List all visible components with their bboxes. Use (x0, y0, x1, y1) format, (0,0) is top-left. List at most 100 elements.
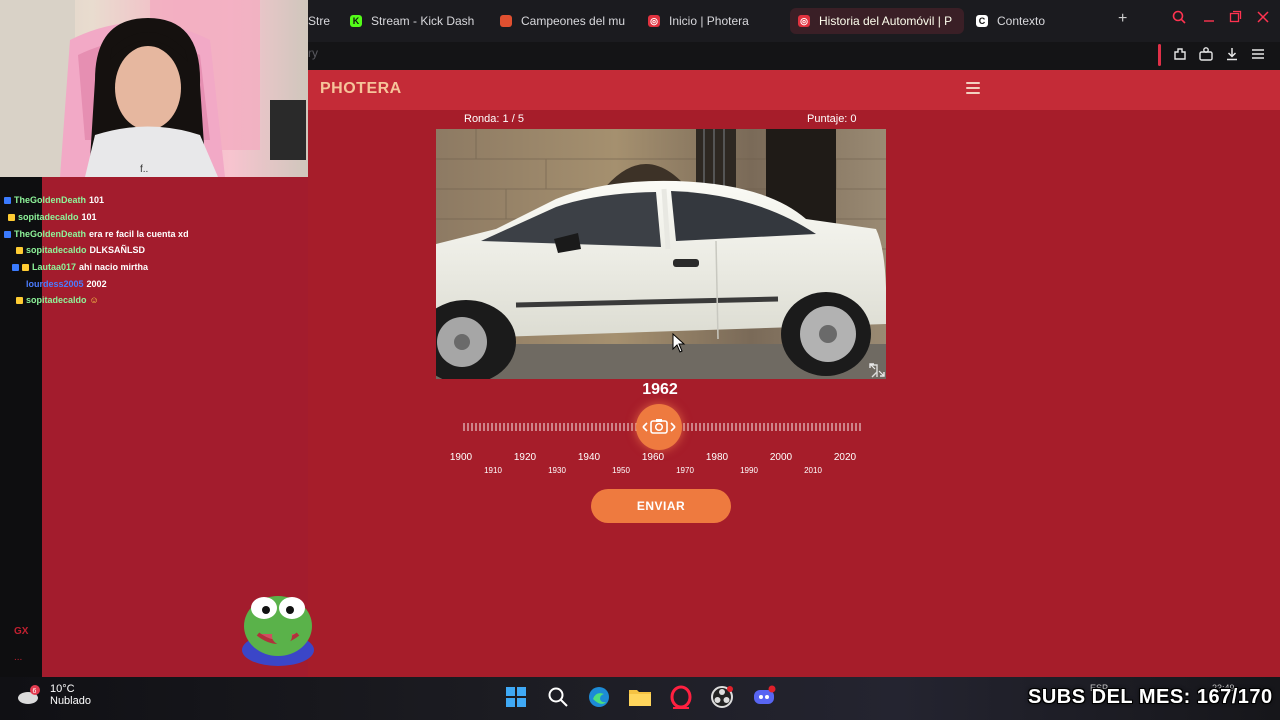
tab-label: Contexto (997, 14, 1046, 28)
browser-tab-bar: Stre K Stream - Kick Dash Campeones del … (308, 0, 1280, 42)
start-button[interactable] (503, 684, 529, 710)
year-slider-handle[interactable] (636, 404, 682, 450)
year-tick-label: 1970 (676, 466, 694, 475)
trophy-icon (500, 15, 512, 27)
wallet-icon[interactable] (1198, 46, 1214, 62)
gx-label[interactable]: GX (14, 626, 28, 637)
subscriber-badge-icon (16, 296, 23, 304)
year-tick-label: 1900 (449, 452, 473, 463)
emote-icon: ☺ (89, 295, 99, 305)
chat-username[interactable]: sopitadecaldo (26, 295, 87, 305)
address-bar[interactable]: ry (308, 46, 318, 60)
kick-icon: K (350, 15, 362, 27)
car-photo (436, 129, 886, 379)
chat-text: 101 (89, 195, 105, 205)
tab-historia-automovil[interactable]: ◎ Historia del Automóvil | P (790, 8, 964, 34)
toolbar-divider (1158, 44, 1161, 66)
year-tick-label: 1990 (740, 466, 758, 475)
tab-label: Campeones del mu (521, 14, 626, 28)
weather-widget[interactable]: 6 10°C Nublado (16, 683, 91, 707)
site-header: PHOTERA (308, 70, 1280, 110)
subscriber-badge-icon (4, 196, 11, 204)
weather-condition: Nublado (50, 695, 91, 707)
more-options-icon[interactable]: ... (14, 652, 22, 663)
chat-username[interactable]: TheGoldenDeath (14, 229, 86, 239)
selected-year: 1962 (642, 381, 678, 398)
chat-username[interactable]: TheGoldenDeath (14, 195, 86, 205)
file-explorer-button[interactable] (627, 684, 653, 710)
close-icon[interactable] (1256, 10, 1270, 24)
chat-username[interactable]: lourdess2005 (26, 279, 84, 289)
minimize-icon[interactable] (1202, 10, 1216, 24)
chat-username[interactable]: sopitadecaldo (26, 245, 87, 255)
mouse-cursor-icon (672, 333, 686, 353)
folder-icon (629, 690, 651, 706)
obs-button[interactable] (709, 684, 735, 710)
year-tick-label: 1910 (484, 466, 502, 475)
pepe-emote (242, 596, 314, 666)
chat-text: 2002 (86, 279, 107, 289)
opera-gx-button[interactable] (668, 684, 694, 710)
round-counter: Ronda: 1 / 5 (464, 113, 524, 125)
search-taskbar-button[interactable] (545, 684, 571, 710)
tab-label: Stream - Kick Dash (371, 14, 475, 28)
windows-icon (506, 687, 526, 707)
subs-goal-banner: SUBS DEL MES: 167/170 (1028, 686, 1273, 708)
camera-icon (642, 419, 676, 434)
edge-button[interactable] (586, 684, 612, 710)
obs-icon (711, 686, 733, 708)
hamburger-menu-icon[interactable] (966, 82, 980, 94)
chat-message: sopitadecaldo ☺ (16, 295, 99, 305)
chat-username[interactable]: sopitadecaldo (18, 212, 79, 222)
extensions-icon[interactable] (1172, 46, 1188, 62)
subscriber-badge-icon (4, 230, 11, 238)
score-counter: Puntaje: 0 (807, 113, 857, 125)
subscriber-badge-icon (16, 246, 23, 254)
weather-temperature: 10°C (50, 683, 75, 695)
search-icon[interactable] (1172, 10, 1186, 24)
chat-message: TheGoldenDeath era re facil la cuenta xd (4, 229, 189, 239)
opera-gx-icon (670, 685, 692, 709)
subscriber-badge-icon (8, 213, 15, 221)
easy-setup-icon[interactable] (1250, 46, 1266, 62)
cloud-icon: 6 (18, 685, 40, 704)
windows-taskbar: 6 10°C Nublado ESP 23:49 SUBS DEL MES: 1… (0, 677, 1280, 720)
discord-icon (754, 685, 776, 704)
photera-icon: ◎ (648, 15, 660, 27)
chat-message: sopitadecaldo 101 (8, 212, 97, 222)
chat-text: DLKSAÑLSD (89, 245, 146, 255)
chat-text: era re facil la cuenta xd (89, 229, 189, 239)
chat-text: ahi nacio mirtha (79, 262, 149, 272)
new-tab-button[interactable]: + (1118, 10, 1127, 28)
year-tick-label: 1920 (513, 452, 537, 463)
tab-label: Stre (308, 14, 331, 28)
chat-message: Lautaa017 ahi nacio mirtha (12, 262, 148, 272)
tab-kick-dashboard[interactable]: K Stream - Kick Dash (350, 8, 478, 34)
svg-text:6: 6 (33, 688, 37, 695)
maximize-icon[interactable] (1228, 10, 1242, 24)
contexto-icon: C (976, 15, 988, 27)
tab-contexto[interactable]: C Contexto (976, 8, 1086, 34)
edge-icon (589, 687, 609, 707)
search-icon (548, 687, 568, 707)
download-icon[interactable] (1224, 46, 1240, 62)
browser-toolbar: ry (308, 42, 1280, 70)
tab-campeones[interactable]: Campeones del mu (500, 8, 628, 34)
year-tick-label: 2000 (769, 452, 793, 463)
chat-message: TheGoldenDeath 101 (4, 195, 104, 205)
year-tick-label: 2010 (804, 466, 822, 475)
year-tick-label: 1940 (577, 452, 601, 463)
photera-logo[interactable]: PHOTERA (320, 80, 402, 98)
moderator-badge-icon (12, 263, 19, 271)
expand-image-icon[interactable] (868, 362, 886, 378)
year-tick-label: 1980 (705, 452, 729, 463)
chat-username[interactable]: Lautaa017 (32, 262, 76, 272)
discord-button[interactable] (751, 684, 777, 710)
svg-text:f..: f.. (140, 164, 148, 175)
tab-photera-inicio[interactable]: ◎ Inicio | Photera (648, 8, 776, 34)
chat-text: 101 (81, 212, 97, 222)
tab-stre[interactable]: Stre (308, 8, 332, 34)
submit-button[interactable]: ENVIAR (591, 489, 731, 523)
year-tick-label: 1950 (612, 466, 630, 475)
year-tick-label: 2020 (833, 452, 857, 463)
